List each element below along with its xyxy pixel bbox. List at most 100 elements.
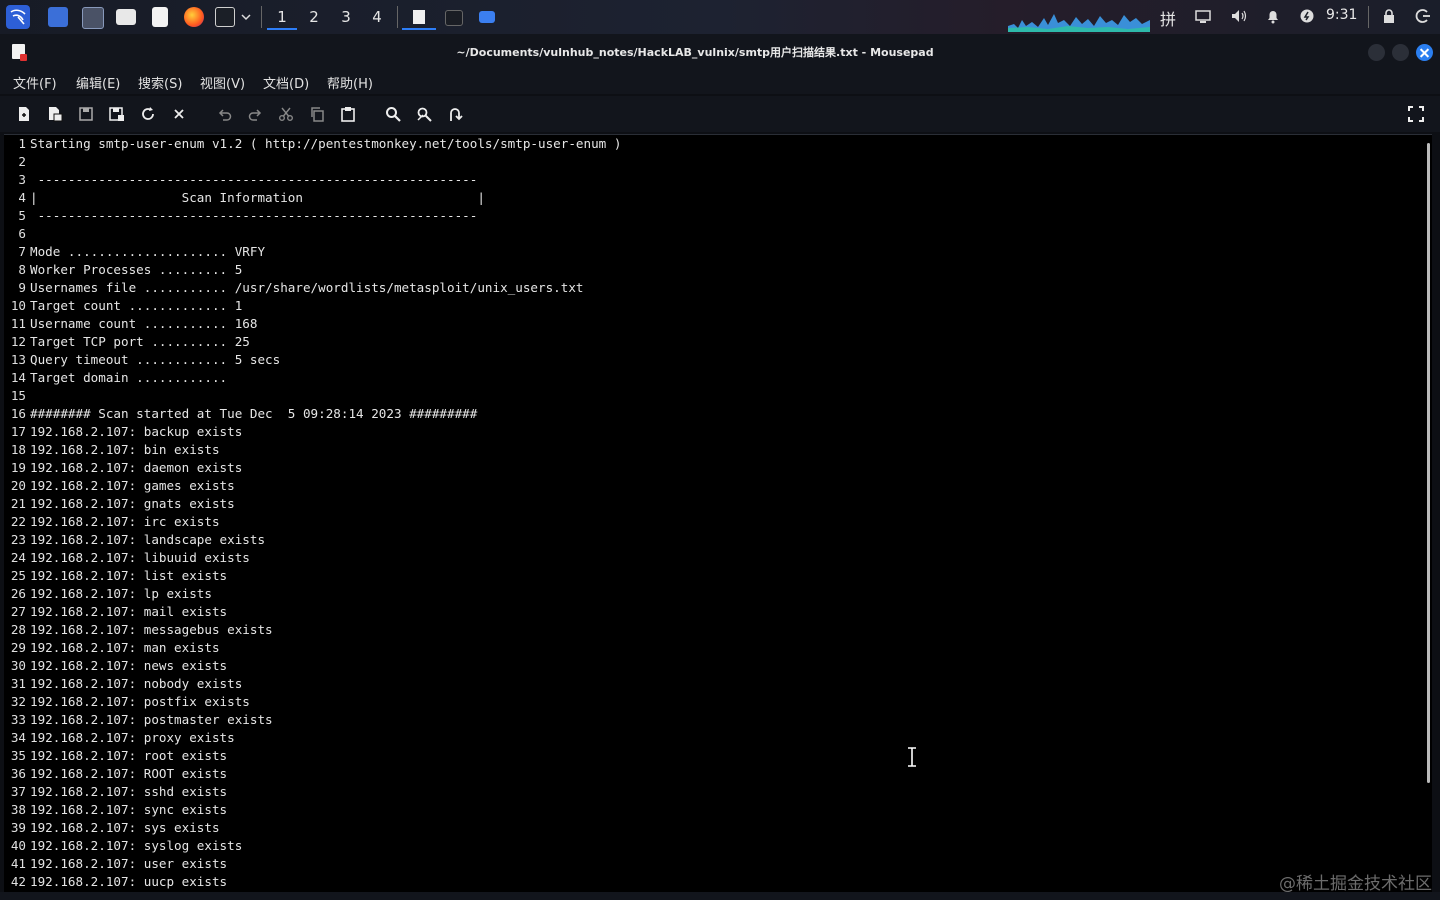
save-as-icon[interactable]	[109, 106, 125, 122]
new-window-icon[interactable]	[47, 106, 63, 122]
volume-icon[interactable]	[1230, 8, 1248, 26]
kali-menu-icon[interactable]	[6, 5, 30, 29]
code-line[interactable]: 192.168.2.107: root exists	[30, 747, 1410, 765]
code-line[interactable]: Usernames file ........... /usr/share/wo…	[30, 279, 1410, 297]
redo-icon[interactable]	[247, 106, 263, 122]
code-line[interactable]: 192.168.2.107: syslog exists	[30, 837, 1410, 855]
code-line[interactable]: | Scan Information |	[30, 189, 1410, 207]
code-line[interactable]: 192.168.2.107: daemon exists	[30, 459, 1410, 477]
line-number: 41	[10, 856, 26, 871]
code-line[interactable]: Target TCP port .......... 25	[30, 333, 1410, 351]
code-line[interactable]: 192.168.2.107: postmaster exists	[30, 711, 1410, 729]
code-line[interactable]: 192.168.2.107: nobody exists	[30, 675, 1410, 693]
code-line[interactable]: Username count ........... 168	[30, 315, 1410, 333]
menu-search[interactable]: 搜索(S)	[138, 73, 182, 92]
line-number: 2	[18, 154, 26, 169]
close-button[interactable]	[1416, 44, 1433, 61]
line-number: 25	[10, 568, 26, 583]
new-document-icon[interactable]	[16, 106, 32, 122]
code-line[interactable]: 192.168.2.107: sys exists	[30, 819, 1410, 837]
code-line[interactable]: ----------------------------------------…	[30, 207, 1410, 225]
line-number: 21	[10, 496, 26, 511]
workspace-3[interactable]: 3	[331, 6, 361, 28]
mousepad-icon[interactable]	[152, 7, 168, 27]
code-line[interactable]: Worker Processes ......... 5	[30, 261, 1410, 279]
notification-icon[interactable]	[1265, 8, 1283, 26]
mousepad-task-button[interactable]	[402, 6, 436, 30]
vertical-scrollbar[interactable]	[1427, 143, 1430, 783]
menu-document[interactable]: 文档(D)	[263, 73, 309, 92]
code-line[interactable]: 192.168.2.107: man exists	[30, 639, 1410, 657]
folder-task-icon[interactable]	[479, 11, 495, 23]
lock-icon[interactable]	[1381, 8, 1399, 26]
terminal-task-icon[interactable]	[445, 10, 463, 26]
firefox-icon[interactable]	[184, 7, 204, 27]
code-line[interactable]	[30, 225, 1410, 243]
editor-content[interactable]: Starting smtp-user-enum v1.2 ( http://pe…	[30, 135, 1410, 891]
code-line[interactable]: Mode ..................... VRFY	[30, 243, 1410, 261]
menu-file[interactable]: 文件(F)	[13, 73, 57, 92]
minimize-button[interactable]	[1368, 44, 1385, 61]
menu-help[interactable]: 帮助(H)	[327, 73, 373, 92]
window-titlebar[interactable]: ~/Documents/vulnhub_notes/HackLAB_vulnix…	[0, 34, 1440, 68]
code-line[interactable]: Query timeout ............ 5 secs	[30, 351, 1410, 369]
find-replace-icon[interactable]	[416, 106, 432, 122]
terminal-icon[interactable]	[215, 7, 235, 27]
close-document-icon[interactable]	[171, 106, 187, 122]
clock[interactable]: 9:31	[1326, 7, 1357, 23]
cut-icon[interactable]	[278, 106, 294, 122]
code-line[interactable]: 192.168.2.107: landscape exists	[30, 531, 1410, 549]
code-line[interactable]: Target domain ............	[30, 369, 1410, 387]
workspace-2[interactable]: 2	[299, 6, 329, 28]
logout-icon[interactable]	[1415, 8, 1433, 26]
code-line[interactable]: 192.168.2.107: proxy exists	[30, 729, 1410, 747]
dropdown-icon[interactable]	[240, 7, 252, 27]
save-icon[interactable]	[78, 106, 94, 122]
code-line[interactable]: 192.168.2.107: games exists	[30, 477, 1410, 495]
go-to-line-icon[interactable]	[447, 106, 463, 122]
power-manager-icon[interactable]	[1299, 8, 1317, 26]
monitor-icon[interactable]	[82, 7, 104, 29]
reload-icon[interactable]	[140, 106, 156, 122]
code-line[interactable]: 192.168.2.107: news exists	[30, 657, 1410, 675]
line-number: 27	[10, 604, 26, 619]
menu-view[interactable]: 视图(V)	[200, 73, 245, 92]
fullscreen-icon[interactable]	[1408, 106, 1424, 122]
code-line[interactable]: Target count ............. 1	[30, 297, 1410, 315]
menu-edit[interactable]: 编辑(E)	[76, 73, 120, 92]
code-line[interactable]: 192.168.2.107: bin exists	[30, 441, 1410, 459]
code-line[interactable]: 192.168.2.107: lp exists	[30, 585, 1410, 603]
find-icon[interactable]	[385, 106, 401, 122]
code-line[interactable]: 192.168.2.107: gnats exists	[30, 495, 1410, 513]
undo-icon[interactable]	[217, 106, 233, 122]
code-line[interactable]: 192.168.2.107: mail exists	[30, 603, 1410, 621]
workspace-1[interactable]: 1	[267, 6, 297, 30]
code-line[interactable]: ----------------------------------------…	[30, 171, 1410, 189]
text-editor[interactable]: 1 2 3 4 5 6 7 8 9 10 11 12 13 14 15 16 17 18 19 20 21 22 23 24 2…	[4, 134, 1432, 893]
code-line[interactable]: 192.168.2.107: user exists	[30, 855, 1410, 873]
copy-icon[interactable]	[309, 106, 325, 122]
code-line[interactable]: 192.168.2.107: libuuid exists	[30, 549, 1410, 567]
code-line[interactable]: Starting smtp-user-enum v1.2 ( http://pe…	[30, 135, 1410, 153]
code-line[interactable]: 192.168.2.107: backup exists	[30, 423, 1410, 441]
code-line[interactable]: 192.168.2.107: irc exists	[30, 513, 1410, 531]
code-line[interactable]	[30, 153, 1410, 171]
line-number: 35	[10, 748, 26, 763]
code-line[interactable]: 192.168.2.107: messagebus exists	[30, 621, 1410, 639]
code-line[interactable]: ######## Scan started at Tue Dec 5 09:28…	[30, 405, 1410, 423]
line-number: 37	[10, 784, 26, 799]
code-line[interactable]: 192.168.2.107: postfix exists	[30, 693, 1410, 711]
code-line[interactable]: 192.168.2.107: uucp exists	[30, 873, 1410, 891]
code-line[interactable]: 192.168.2.107: list exists	[30, 567, 1410, 585]
maximize-button[interactable]	[1392, 44, 1409, 61]
desktop-icon[interactable]	[48, 7, 68, 27]
code-line[interactable]: 192.168.2.107: ROOT exists	[30, 765, 1410, 783]
input-method-icon[interactable]: 拼	[1160, 6, 1178, 29]
code-line[interactable]	[30, 387, 1410, 405]
code-line[interactable]: 192.168.2.107: sshd exists	[30, 783, 1410, 801]
display-icon[interactable]	[1195, 8, 1213, 26]
workspace-4[interactable]: 4	[362, 6, 392, 28]
code-line[interactable]: 192.168.2.107: sync exists	[30, 801, 1410, 819]
paste-icon[interactable]	[340, 106, 356, 122]
file-manager-icon[interactable]	[116, 9, 136, 25]
